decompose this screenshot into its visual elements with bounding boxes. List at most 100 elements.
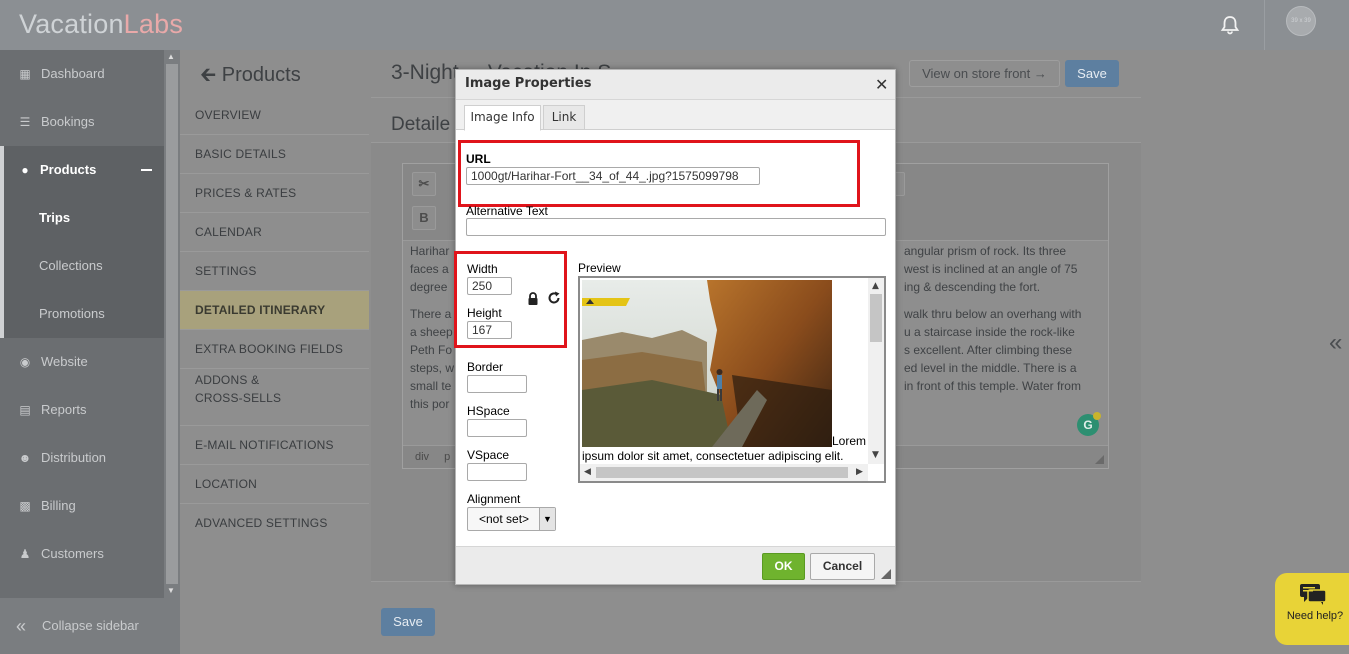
sidebar-item-dashboard[interactable]: ▦ Dashboard [0, 50, 164, 98]
nav-extra-booking-fields[interactable]: EXTRA BOOKING FIELDS [180, 330, 369, 369]
alignment-value: <not set> [479, 512, 530, 526]
double-chevron-left-icon: « [16, 616, 27, 636]
ok-button[interactable]: OK [762, 553, 805, 580]
scroll-up-icon[interactable]: ▲ [872, 281, 879, 291]
preview-vscroll-thumb[interactable] [870, 294, 882, 342]
grammarly-icon[interactable]: G [1077, 412, 1101, 436]
sidebar-item-label: Products [40, 162, 97, 177]
border-field[interactable] [467, 375, 527, 393]
vspace-label: VSpace [467, 448, 510, 462]
grammarly-badge [1093, 412, 1101, 420]
dialog-title: Image Properties [465, 76, 592, 91]
double-chevron-left-icon[interactable]: « [1329, 329, 1342, 357]
chat-bubble-icon [1300, 584, 1327, 605]
need-help-label: Need help? [1286, 610, 1344, 622]
sidebar-subitem-collections[interactable]: Collections [0, 242, 164, 290]
nav-settings[interactable]: SETTINGS [180, 252, 369, 291]
image-preview: Lorem ipsum dolor sit amet, consectetuer… [578, 276, 886, 483]
sidebar-subitem-label: Collections [39, 258, 103, 273]
bold-button[interactable]: B [412, 206, 436, 230]
products-back-label: Products [221, 64, 301, 86]
highlight-url-box [458, 140, 860, 207]
sidebar-scrollbar[interactable]: ▲ ▼ [164, 50, 180, 598]
preview-text-1: Lorem [832, 434, 867, 448]
scroll-right-icon[interactable]: ▶ [856, 467, 863, 477]
nav-advanced-settings[interactable]: ADVANCED SETTINGS [180, 504, 369, 543]
sidebar-subitem-label: Trips [39, 210, 71, 225]
nav-calendar[interactable]: CALENDAR [180, 213, 369, 252]
user-icon: ♟ [19, 547, 31, 561]
alt-text-field[interactable] [466, 218, 886, 236]
nav-email-notifications[interactable]: E-MAIL NOTIFICATIONS [180, 426, 369, 465]
nav-prices-rates[interactable]: PRICES & RATES [180, 174, 369, 213]
editor-resize-handle[interactable] [1095, 455, 1104, 464]
logo-text-labs: Labs [123, 9, 184, 39]
section-title: Detaile [391, 114, 451, 135]
sidebar-item-label: Bookings [41, 114, 95, 129]
sidebar-item-label: Distribution [41, 450, 107, 465]
sidebar-scroll-thumb[interactable] [166, 64, 178, 584]
alignment-label: Alignment [467, 492, 521, 506]
scroll-up-icon[interactable]: ▲ [167, 52, 175, 61]
scroll-down-icon[interactable]: ▼ [167, 586, 175, 595]
sidebar-item-reports[interactable]: ▤ Reports [0, 386, 164, 434]
cancel-button[interactable]: Cancel [810, 553, 875, 580]
view-store-front-button[interactable]: View on store front → [909, 60, 1060, 87]
alignment-select[interactable]: <not set> ▼ [467, 507, 556, 531]
nav-addons-cross-sells[interactable]: ADDONS & CROSS-SELLS [180, 369, 310, 426]
save-button-bottom[interactable]: Save [381, 608, 435, 636]
save-button-top[interactable]: Save [1065, 60, 1119, 87]
collapse-sidebar-button[interactable]: « Collapse sidebar [0, 598, 180, 654]
preview-hscroll-thumb[interactable] [596, 467, 848, 478]
products-back-link[interactable]: 🡰 Products [200, 60, 301, 94]
cut-icon[interactable]: ✂ [412, 172, 436, 196]
dialog-resize-handle[interactable] [881, 569, 891, 579]
sidebar-item-billing[interactable]: ▩ Billing [0, 482, 164, 530]
dashboard-icon: ▦ [19, 67, 31, 81]
close-icon[interactable]: ✕ [875, 75, 888, 94]
top-divider [1264, 0, 1265, 50]
vspace-field[interactable] [467, 463, 527, 481]
logo[interactable]: VacationLabs [19, 9, 183, 40]
editor-text-left-1: Harihar faces a degree [410, 244, 450, 294]
nav-detailed-itinerary[interactable]: DETAILED ITINERARY [180, 291, 369, 330]
sidebar-item-products[interactable]: ● Products [0, 146, 164, 194]
hspace-label: HSpace [467, 404, 510, 418]
sidebar-item-customers[interactable]: ♟ Customers [0, 530, 164, 578]
sidebar-item-distribution[interactable]: ☻ Distribution [0, 434, 164, 482]
sidebar: ▦ Dashboard ☰ Bookings ● Products Trips … [0, 50, 164, 654]
sidebar-item-bookings[interactable]: ☰ Bookings [0, 98, 164, 146]
scroll-left-icon[interactable]: ◀ [584, 467, 591, 477]
tab-image-info[interactable]: Image Info [464, 105, 541, 131]
globe-icon: ◉ [19, 355, 31, 369]
sidebar-item-label: Website [41, 354, 88, 369]
nav-location[interactable]: LOCATION [180, 465, 369, 504]
nav-basic-details[interactable]: BASIC DETAILS [180, 135, 369, 174]
chevron-down-icon: ▼ [539, 508, 555, 530]
sidebar-subitem-trips[interactable]: Trips [0, 194, 164, 242]
tab-link[interactable]: Link [543, 105, 585, 130]
preview-vertical-scrollbar[interactable]: ▲ ▼ [868, 278, 884, 464]
editor-text-left-2: There a a sheep Peth Fo steps, w small t… [410, 307, 455, 411]
preview-horizontal-scrollbar[interactable]: ◀ ▶ [580, 464, 868, 481]
highlight-size-box [454, 251, 567, 348]
hspace-field[interactable] [467, 419, 527, 437]
sidebar-item-label: Billing [41, 498, 76, 513]
collapse-sidebar-label: Collapse sidebar [42, 618, 139, 633]
nav-overview[interactable]: OVERVIEW [180, 96, 369, 135]
bell-icon[interactable] [1219, 14, 1241, 36]
report-icon: ▤ [19, 403, 31, 417]
need-help-button[interactable]: Need help? [1275, 573, 1349, 645]
avatar[interactable]: 39 x 39 [1286, 6, 1316, 36]
editor-text-right-1: angular prism of rock. Its three west is… [904, 244, 1078, 294]
scroll-down-icon[interactable]: ▼ [872, 450, 879, 460]
dialog-header[interactable]: Image Properties ✕ [456, 70, 895, 100]
collapse-minus-icon[interactable] [141, 169, 152, 171]
sidebar-subitem-promotions[interactable]: Promotions [0, 290, 164, 338]
sidebar-item-website[interactable]: ◉ Website [0, 338, 164, 386]
preview-text-2: ipsum dolor sit amet, consectetuer adipi… [582, 449, 844, 463]
logo-text-vacation: Vacation [19, 9, 124, 39]
alt-text-label: Alternative Text [466, 204, 548, 218]
sidebar-item-label: Dashboard [41, 66, 105, 81]
sidebar-subitem-label: Promotions [39, 306, 105, 321]
